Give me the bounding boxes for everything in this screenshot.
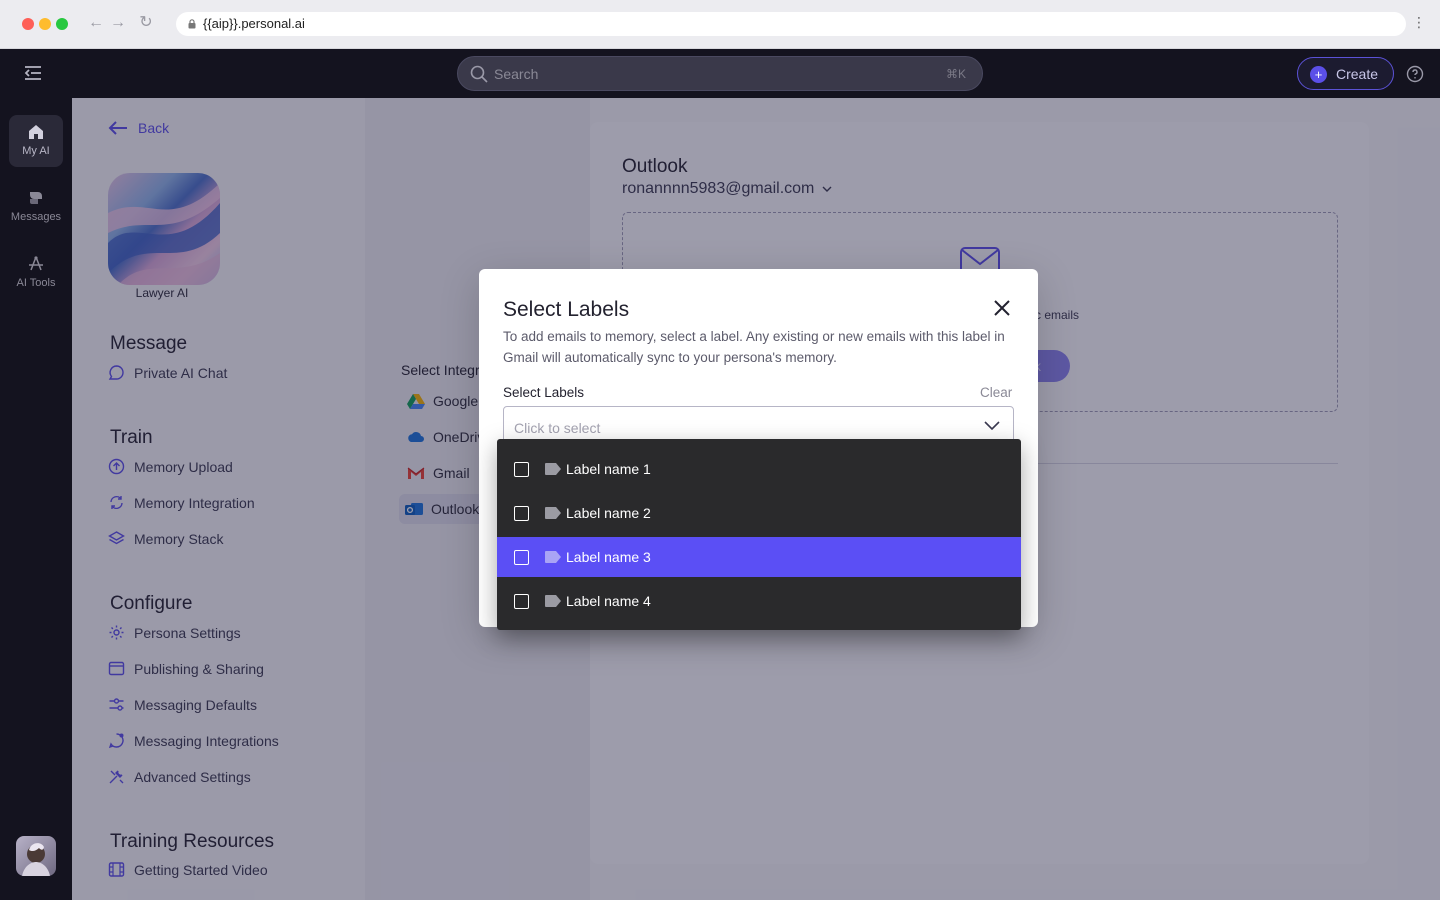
- create-label: Create: [1336, 66, 1379, 82]
- checkbox[interactable]: [514, 549, 529, 565]
- browser-menu-icon[interactable]: ⋮: [1412, 14, 1426, 31]
- url-text: {{aip}}.personal.ai: [203, 16, 305, 31]
- tag-icon: [545, 595, 561, 607]
- rail-item-messages[interactable]: Messages: [9, 181, 63, 233]
- app-header: Search ⌘K + Create: [0, 49, 1440, 98]
- option-label: Label name 3: [566, 549, 651, 565]
- option-label: Label name 2: [566, 505, 651, 521]
- checkbox[interactable]: [514, 593, 529, 609]
- tag-icon: [545, 463, 561, 475]
- user-avatar-image: [22, 843, 50, 876]
- tag-icon: [545, 507, 561, 519]
- label-option[interactable]: Label name 1: [497, 449, 1021, 489]
- help-icon[interactable]: [1406, 65, 1424, 83]
- home-icon: [29, 125, 43, 139]
- labels-dropdown: Label name 1 Label name 2 Label name 3 L…: [497, 439, 1021, 630]
- ai-tools-icon: [29, 256, 43, 271]
- search-input[interactable]: Search ⌘K: [457, 56, 983, 91]
- label-option-highlighted[interactable]: Label name 3: [497, 537, 1021, 577]
- clear-button[interactable]: Clear: [980, 385, 1012, 400]
- field-label: Select Labels: [503, 385, 585, 400]
- label-option[interactable]: Label name 4: [497, 581, 1021, 621]
- search-shortcut: ⌘K: [945, 67, 966, 81]
- rail-label: My AI: [22, 145, 50, 157]
- create-button[interactable]: + Create: [1297, 57, 1394, 90]
- search-placeholder: Search: [494, 66, 539, 82]
- rail-item-ai-tools[interactable]: AI Tools: [9, 247, 63, 299]
- address-bar[interactable]: {{aip}}.personal.ai: [176, 12, 1406, 36]
- browser-back-icon[interactable]: ←: [86, 13, 106, 33]
- select-placeholder: Click to select: [514, 420, 601, 436]
- checkbox[interactable]: [514, 461, 529, 477]
- option-label: Label name 1: [566, 461, 651, 477]
- collapse-menu-icon[interactable]: [22, 63, 44, 83]
- messages-icon: [30, 192, 42, 204]
- close-window-button[interactable]: [22, 18, 34, 30]
- reload-icon[interactable]: ↻: [136, 13, 156, 33]
- modal-title: Select Labels: [503, 298, 630, 321]
- left-rail: My AI Messages AI Tools: [0, 98, 72, 900]
- checkbox[interactable]: [514, 505, 529, 521]
- lock-icon: [188, 19, 196, 29]
- label-option[interactable]: Label name 2: [497, 493, 1021, 533]
- tag-icon: [545, 551, 561, 563]
- maximize-window-button[interactable]: [56, 18, 68, 30]
- browser-forward-icon[interactable]: →: [108, 13, 128, 33]
- chevron-down-icon: [984, 421, 1000, 431]
- option-label: Label name 4: [566, 593, 651, 609]
- rail-label: Messages: [10, 211, 62, 223]
- plus-icon: +: [1310, 66, 1327, 83]
- user-avatar[interactable]: [16, 836, 56, 876]
- rail-item-my-ai[interactable]: My AI: [9, 115, 63, 167]
- modal-description: To add emails to memory, select a label.…: [503, 329, 1005, 365]
- close-icon[interactable]: [991, 297, 1013, 319]
- search-icon: [470, 65, 488, 83]
- minimize-window-button[interactable]: [39, 18, 51, 30]
- browser-chrome: ← → ↻ {{aip}}.personal.ai ⋮: [0, 0, 1440, 49]
- rail-label: AI Tools: [16, 277, 56, 289]
